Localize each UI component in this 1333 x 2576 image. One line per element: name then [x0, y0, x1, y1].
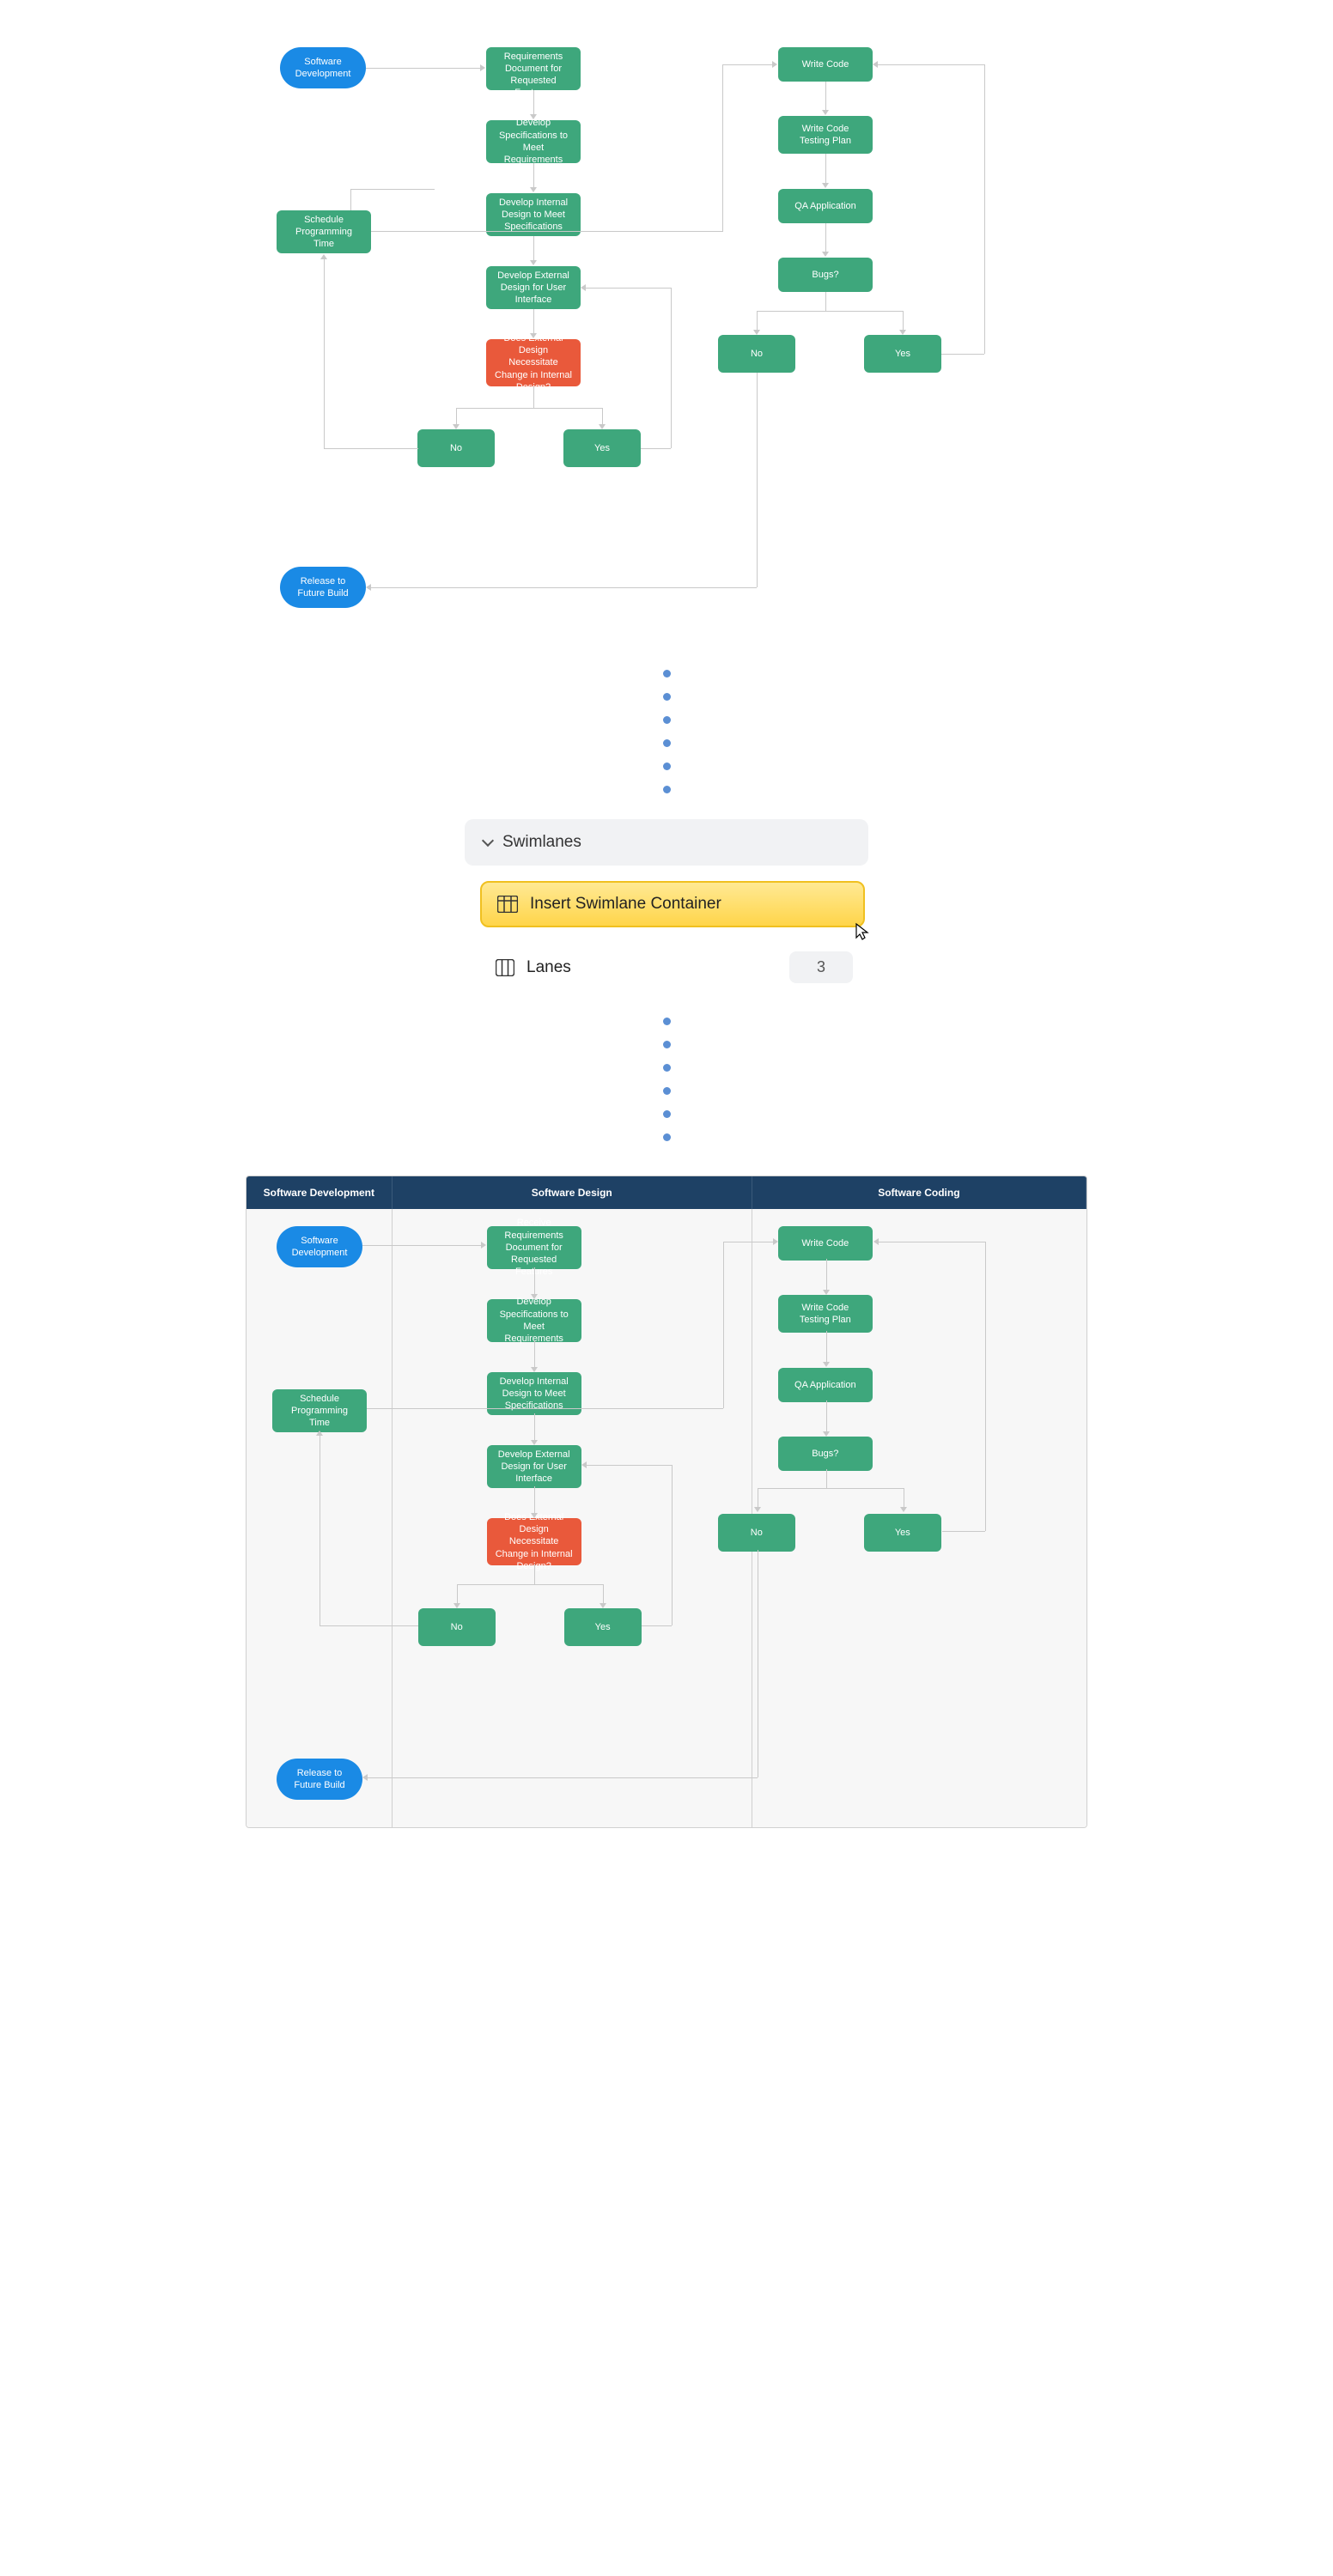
sl-no1-node: No [418, 1608, 496, 1646]
spec-node: Develop Specifications to Meet Requireme… [486, 120, 581, 163]
sl-no2-node: No [718, 1514, 795, 1552]
write-node: Write Code [778, 47, 873, 82]
lane-header-0: Software Development [247, 1176, 393, 1209]
swimlane-container: Software Development Software Design Sof… [246, 1176, 1087, 1828]
qa-node: QA Application [778, 189, 873, 223]
decision1-node: Does External Design Necessitate Change … [486, 339, 581, 386]
swimlanes-header[interactable]: Swimlanes [465, 819, 868, 866]
insert-swimlane-label: Insert Swimlane Container [530, 895, 721, 914]
bugs-node: Bugs? [778, 258, 873, 292]
sl-write-node: Write Code [778, 1226, 873, 1261]
testplan-node: Write Code Testing Plan [778, 116, 873, 154]
sl-testplan-node: Write Code Testing Plan [778, 1295, 873, 1333]
sl-start-node: Software Development [277, 1226, 362, 1267]
lane-1: Receive Requirements Document for Reques… [393, 1209, 752, 1827]
internal-node: Develop Internal Design to Meet Specific… [486, 193, 581, 236]
swimlanes-panel: Swimlanes Insert Swimlane Container Lane… [465, 819, 868, 992]
yes2-node: Yes [864, 335, 941, 373]
insert-swimlane-button[interactable]: Insert Swimlane Container [480, 881, 865, 927]
lanes-row: Lanes 3 [480, 943, 868, 992]
start-node: Software Development [280, 47, 366, 88]
sl-spec-node: Develop Specifications to Meet Requireme… [487, 1299, 581, 1342]
sl-decision1-node: Does External Design Necessitate Change … [487, 1518, 581, 1565]
separator-dots-2 [0, 1018, 1333, 1141]
swimlane-container-icon [497, 896, 518, 913]
separator-dots [0, 670, 1333, 793]
no2-node: No [718, 335, 795, 373]
yes1-node: Yes [563, 429, 641, 467]
sl-receive-node: Receive Requirements Document for Reques… [487, 1226, 581, 1269]
cursor-icon [855, 922, 870, 941]
sl-release-node: Release to Future Build [277, 1759, 362, 1800]
sl-qa-node: QA Application [778, 1368, 873, 1402]
lane-header-2: Software Coding [752, 1176, 1086, 1209]
lanes-icon [496, 959, 514, 976]
lanes-label: Lanes [527, 958, 571, 977]
sl-external-node: Develop External Design for User Interfa… [487, 1445, 581, 1488]
chevron-down-icon [482, 835, 494, 847]
lane-headers: Software Development Software Design Sof… [247, 1176, 1086, 1209]
external-node: Develop External Design for User Interfa… [486, 266, 581, 309]
release-node: Release to Future Build [280, 567, 366, 608]
sl-yes1-node: Yes [564, 1608, 642, 1646]
lane-2: Write Code Write Code Testing Plan QA Ap… [752, 1209, 1086, 1827]
schedule-node: Schedule Programming Time [277, 210, 371, 253]
flowchart-before: Software Development Schedule Programmin… [246, 34, 1087, 635]
swimlanes-header-label: Swimlanes [502, 833, 581, 852]
sl-bugs-node: Bugs? [778, 1437, 873, 1471]
sl-yes2-node: Yes [864, 1514, 941, 1552]
lane-header-1: Software Design [393, 1176, 752, 1209]
sl-schedule-node: Schedule Programming Time [272, 1389, 367, 1432]
no1-node: No [417, 429, 495, 467]
lanes-value[interactable]: 3 [789, 951, 853, 983]
receive-node: Receive Requirements Document for Reques… [486, 47, 581, 90]
